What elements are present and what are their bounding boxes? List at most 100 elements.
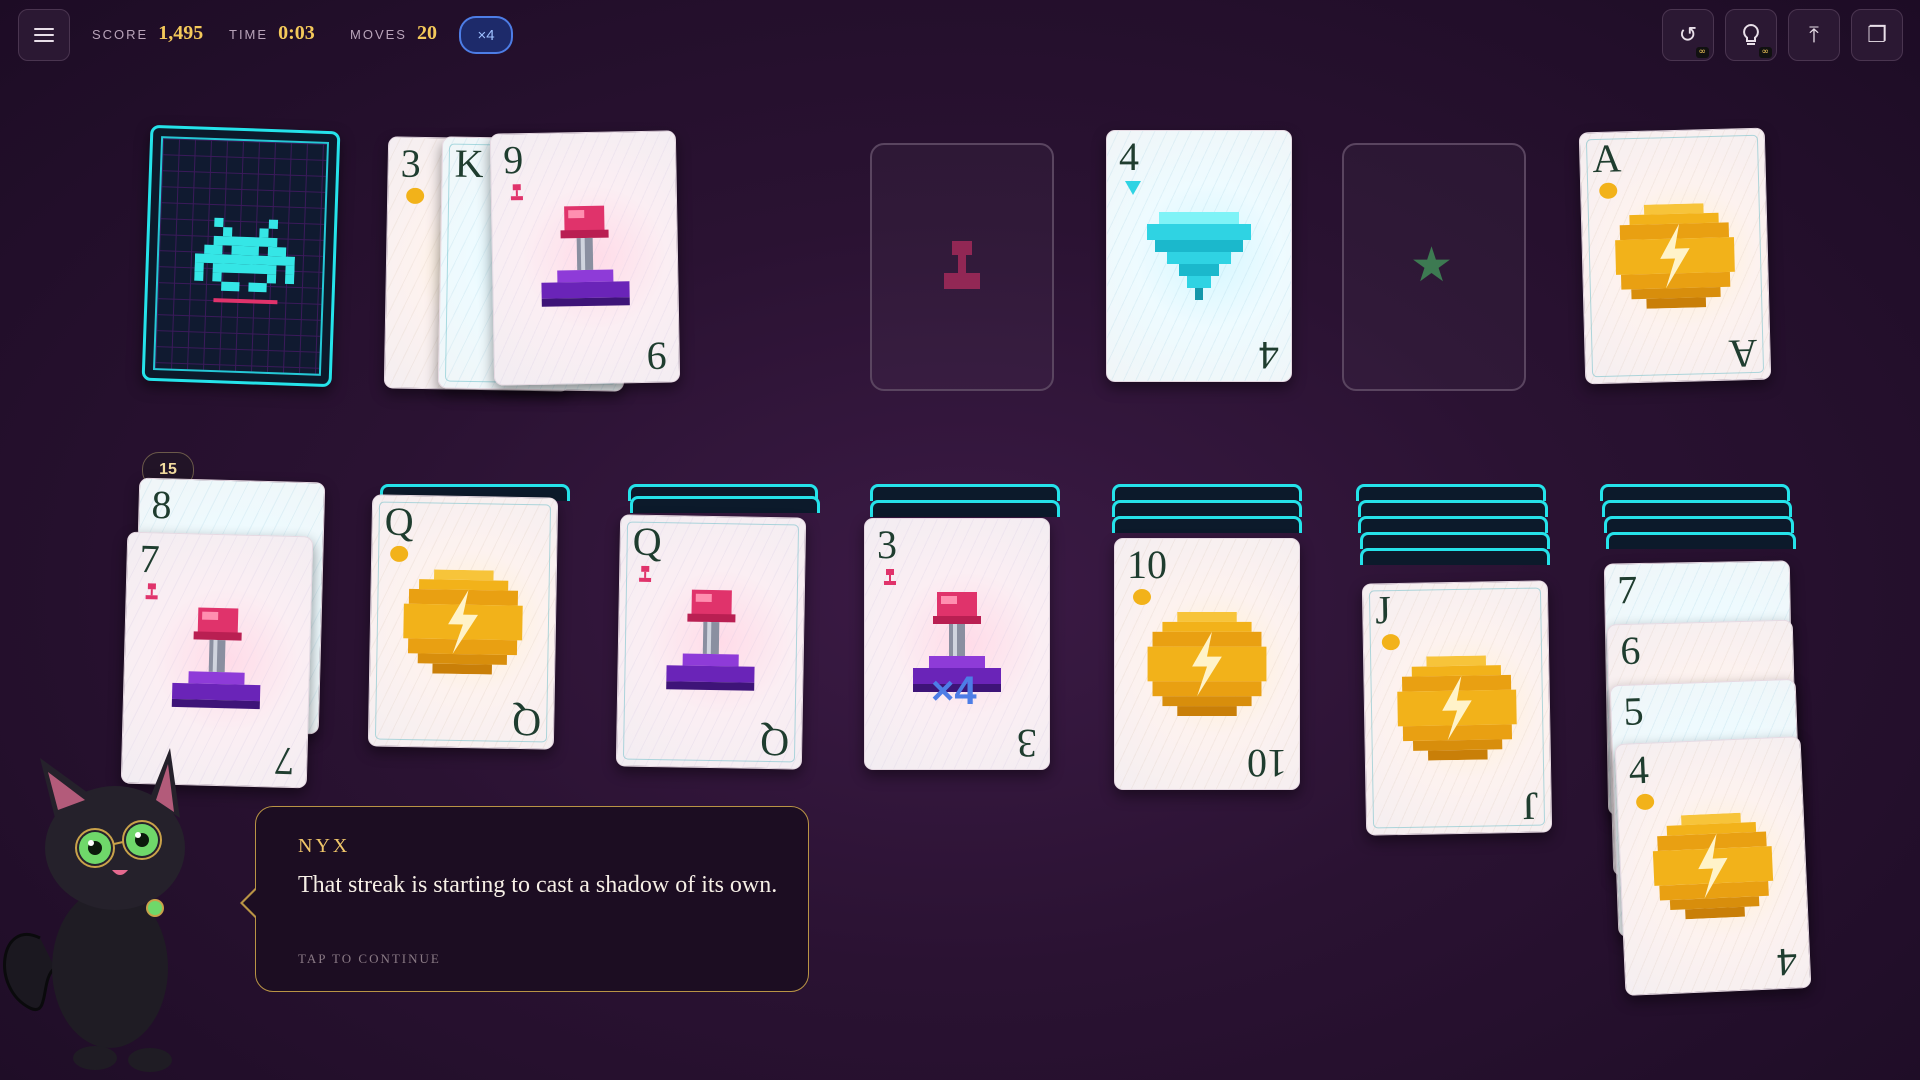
card-rank: 3 — [877, 522, 897, 567]
copy-button[interactable]: ❐ — [1851, 9, 1903, 61]
score-label: SCORE — [92, 27, 149, 42]
card-rank: J — [1374, 587, 1392, 633]
coin-icon — [406, 187, 425, 205]
auto-complete-button[interactable]: ⤒ — [1788, 9, 1840, 61]
face-down-card — [1112, 500, 1302, 517]
undo-count-badge: ∞ — [1695, 47, 1709, 58]
face-down-card — [1360, 532, 1550, 549]
time-value: 0:03 — [278, 22, 315, 44]
time-stat: TIME 0:03 — [229, 22, 315, 45]
card-rank: K — [454, 140, 485, 187]
auto-complete-icon: ⤒ — [1809, 22, 1819, 48]
face-down-card — [1360, 548, 1550, 565]
face-down-card — [630, 496, 820, 513]
card-rank: 4 — [1119, 134, 1139, 179]
card-rank-bottom: 7 — [273, 738, 295, 785]
face-down-card — [1604, 516, 1794, 533]
undo-button[interactable]: ↺ ∞ — [1662, 9, 1714, 61]
dialog-bubble[interactable]: NYX That streak is starting to cast a sh… — [240, 806, 809, 992]
card-rank: 5 — [1622, 688, 1645, 734]
coin-icon — [1635, 793, 1655, 811]
menu-button[interactable] — [18, 9, 70, 61]
card-rank-bottom: Q — [511, 699, 542, 746]
stock-pile[interactable] — [141, 124, 341, 388]
hamburger-icon — [34, 28, 54, 42]
face-down-card — [1356, 484, 1546, 501]
card-rank: 7 — [1616, 567, 1638, 613]
space-invader-icon — [194, 217, 296, 293]
coin-icon — [1381, 633, 1400, 651]
face-down-card — [870, 500, 1060, 517]
time-label: TIME — [229, 27, 269, 42]
face-down-card — [1112, 484, 1302, 501]
tableau-top-card[interactable]: 10 10 — [1114, 538, 1300, 790]
tableau-top-card[interactable]: J J — [1361, 580, 1553, 836]
card-rank: Q — [632, 518, 663, 565]
tableau-top-card[interactable]: Q Q — [615, 514, 807, 770]
moves-stat: MOVES 20 — [350, 22, 437, 45]
foundation-gem[interactable]: 4 4 — [1106, 130, 1292, 382]
plunger-icon — [541, 205, 630, 307]
score-stat: SCORE 1,495 — [92, 22, 203, 45]
undo-icon: ↺ — [1678, 22, 1698, 48]
multiplier-overlay: ×4 — [931, 669, 977, 713]
dialog-text: That streak is starting to cast a shadow… — [298, 872, 778, 898]
card-rank: A — [1591, 135, 1622, 182]
multiplier-badge: ×4 — [459, 16, 513, 54]
coin-icon — [1397, 655, 1517, 761]
hint-icon — [1743, 23, 1759, 45]
card-rank: 7 — [139, 535, 161, 582]
coin-icon — [403, 569, 523, 675]
face-down-card — [1112, 516, 1302, 533]
face-down-card — [1600, 484, 1790, 501]
copy-icon: ❐ — [1867, 22, 1887, 48]
tap-to-continue[interactable]: TAP TO CONTINUE — [298, 951, 441, 967]
plunger-icon — [638, 565, 652, 589]
plunger-icon — [144, 583, 159, 606]
foundation-star[interactable]: ★ — [1342, 143, 1526, 391]
card-rank-bottom: 4 — [1259, 333, 1279, 378]
card-rank-bottom: A — [1728, 330, 1759, 377]
coin-icon — [1147, 612, 1267, 716]
face-down-card — [870, 484, 1060, 501]
card-rank: 3 — [400, 140, 422, 186]
face-down-card — [1602, 500, 1792, 517]
face-down-card — [1358, 516, 1548, 533]
hint-count-badge: ∞ — [1758, 47, 1772, 58]
top-bar: SCORE 1,495 TIME 0:03 MOVES 20 ×4 ↺ ∞ ∞ … — [0, 0, 1920, 68]
coin-icon — [1615, 203, 1735, 309]
tableau-top-card[interactable]: 3 ×4 3 — [864, 518, 1050, 770]
plunger-icon — [944, 241, 980, 289]
card-rank: 9 — [502, 137, 524, 183]
card-rank: 8 — [151, 481, 173, 528]
card-rank: 10 — [1127, 542, 1167, 587]
dialog-speaker: NYX — [298, 835, 351, 857]
star-icon: ★ — [1410, 237, 1454, 293]
score-value: 1,495 — [158, 22, 204, 44]
moves-value: 20 — [416, 22, 437, 44]
coin-icon — [390, 545, 409, 563]
coin-icon — [1599, 182, 1618, 199]
plunger-icon — [883, 569, 897, 592]
stock-underline — [213, 298, 278, 305]
hint-button[interactable]: ∞ — [1725, 9, 1777, 61]
cat-mascot — [3, 748, 185, 1072]
face-down-card — [1358, 500, 1548, 517]
coin-icon — [1652, 812, 1774, 920]
foundation-plunger[interactable] — [870, 143, 1054, 391]
gem-icon — [1147, 212, 1251, 300]
card-rank-bottom: 9 — [646, 333, 668, 379]
coin-icon — [1133, 589, 1151, 605]
waste-top-card[interactable]: 9 9 — [489, 130, 681, 386]
tableau-top-card[interactable]: 4 4 — [1614, 736, 1812, 996]
plunger-icon — [510, 184, 524, 207]
face-down-card — [1606, 532, 1796, 549]
gem-icon — [1125, 181, 1141, 200]
card-rank-bottom: J — [1522, 783, 1540, 829]
plunger-icon — [666, 589, 755, 691]
moves-label: MOVES — [350, 27, 407, 42]
card-rank-bottom: Q — [759, 719, 790, 766]
foundation-coin[interactable]: A A — [1578, 127, 1772, 385]
tableau-top-card[interactable]: Q Q — [367, 494, 559, 750]
card-rank: Q — [384, 498, 415, 545]
